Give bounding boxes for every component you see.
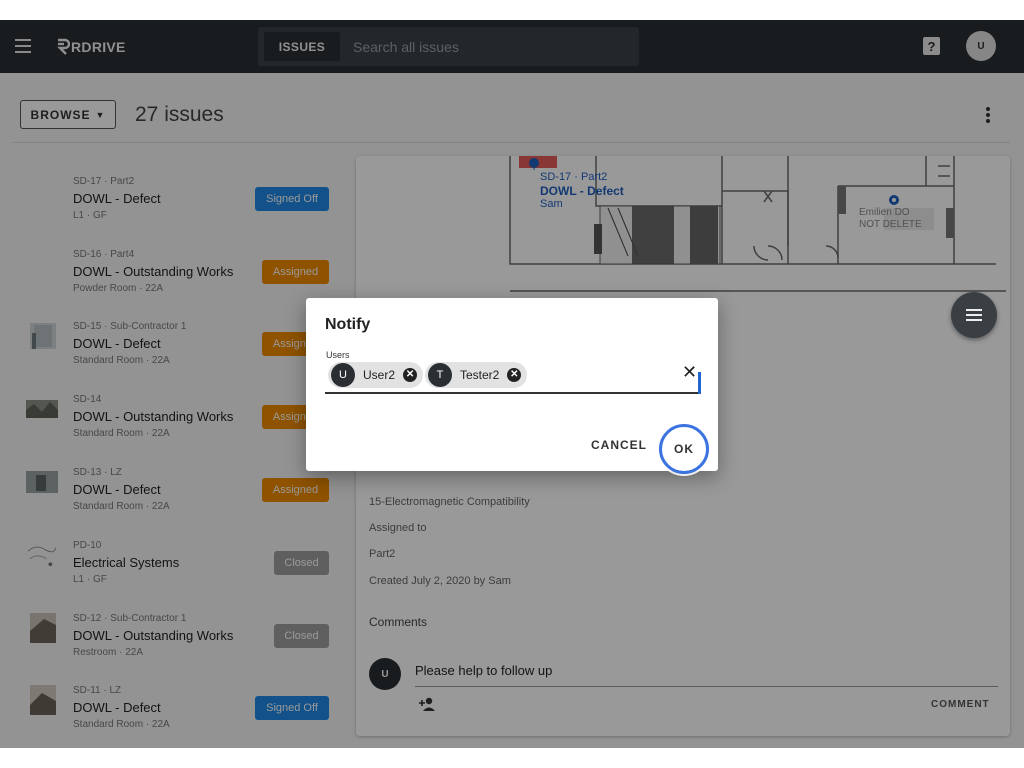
notify-dialog: Notify Users U User2 ✕ T Tester2 ✕ ✕ CAN… (306, 298, 718, 474)
users-field-label: Users (326, 350, 350, 360)
users-chip-input[interactable]: U User2 ✕ T Tester2 ✕ ✕ (325, 360, 701, 394)
chip-label: Tester2 (460, 368, 500, 382)
chip-avatar: T (428, 363, 452, 387)
app-root: RDRIVE ISSUES ? U BROWSE ▼ 27 issues SD-… (0, 20, 1024, 748)
ok-button[interactable]: OK (659, 424, 709, 474)
remove-chip-icon[interactable]: ✕ (507, 368, 522, 382)
cancel-button[interactable]: CANCEL (591, 438, 647, 452)
chip-label: User2 (363, 368, 396, 382)
chip-avatar: U (331, 363, 355, 387)
clear-icon[interactable]: ✕ (682, 362, 697, 383)
user-chip[interactable]: T Tester2 ✕ (425, 362, 528, 388)
text-cursor (698, 372, 701, 394)
remove-chip-icon[interactable]: ✕ (403, 368, 418, 382)
actions-fab[interactable] (951, 292, 997, 338)
dialog-title: Notify (325, 316, 371, 333)
user-chip[interactable]: U User2 ✕ (328, 362, 424, 388)
